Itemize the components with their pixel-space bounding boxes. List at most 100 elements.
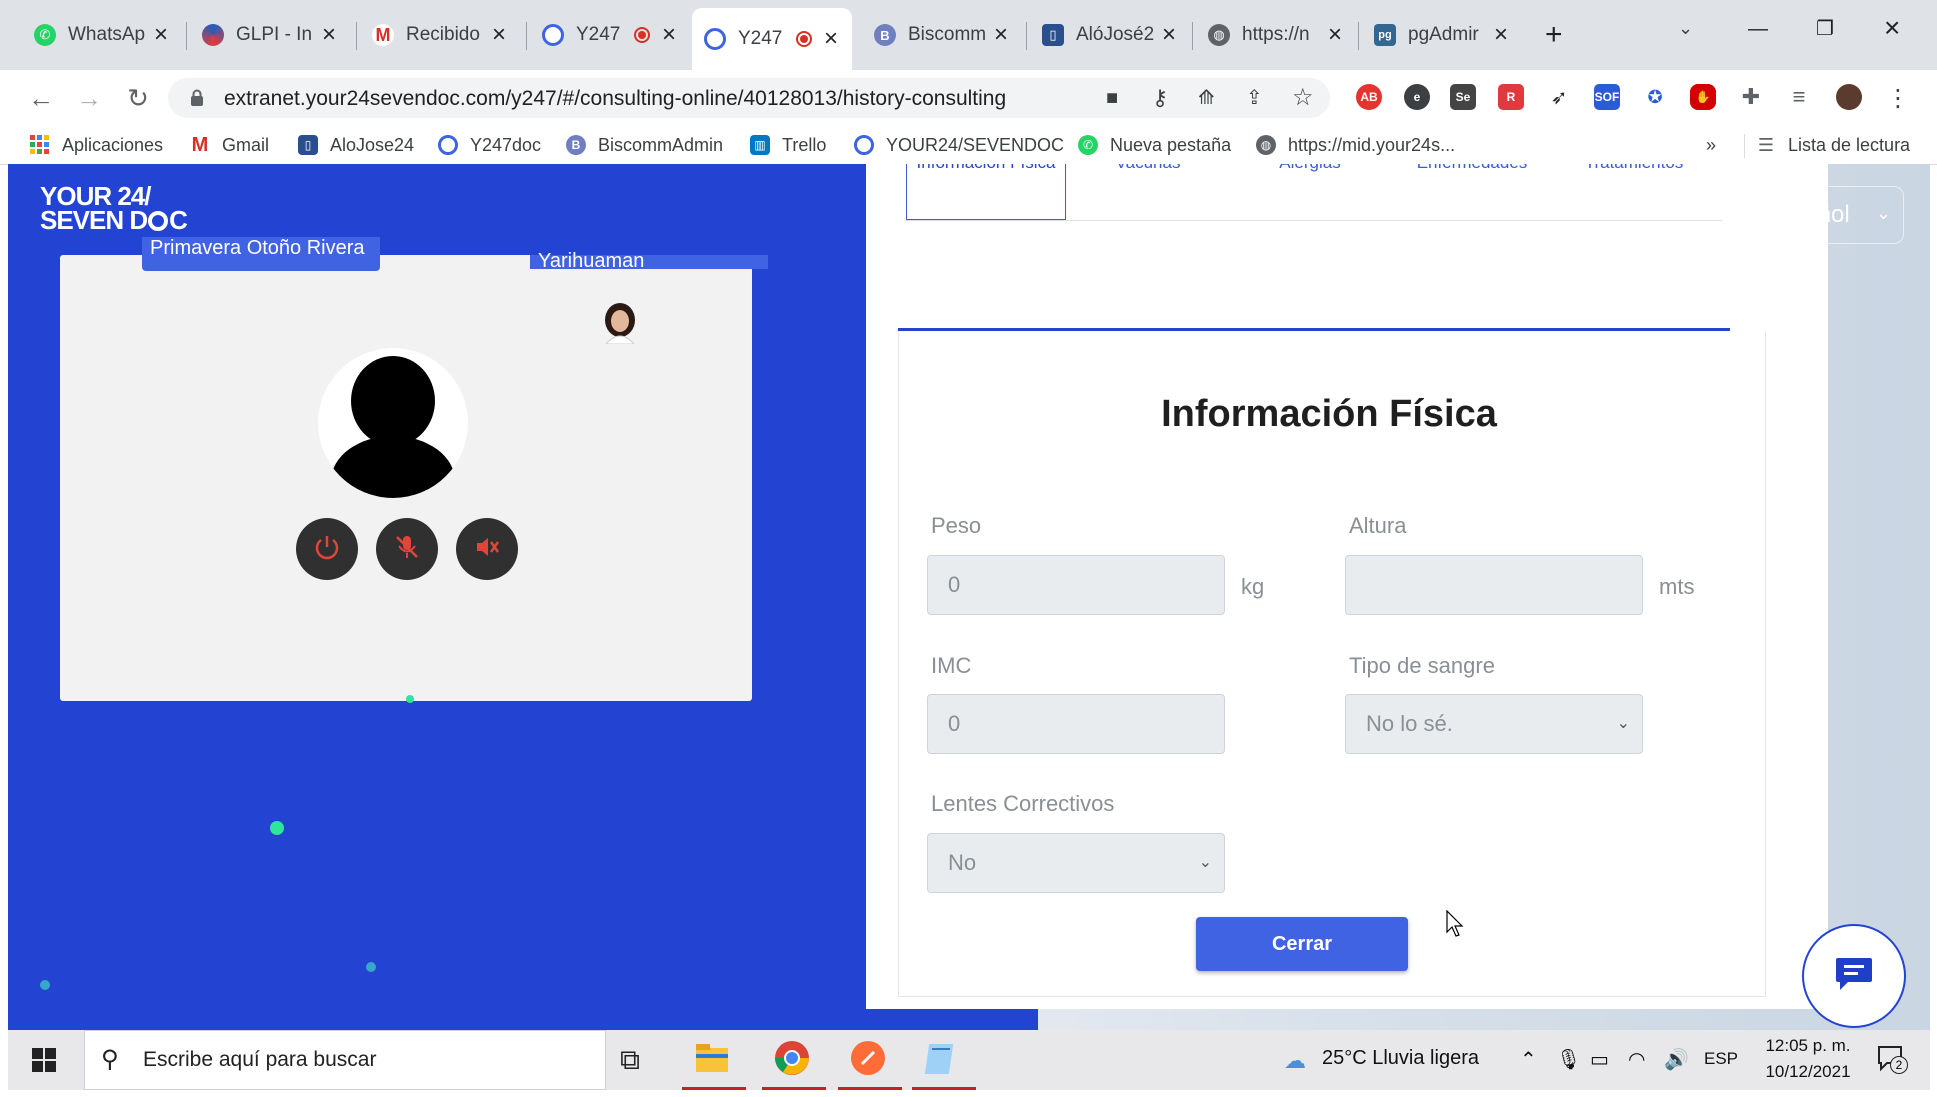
taskbar-search[interactable]: ⚲ Escribe aquí para buscar <box>84 1030 606 1090</box>
tab-tratamientos[interactable]: Tratamientos <box>1554 164 1714 176</box>
tab-vacunas[interactable]: Vacunas <box>1068 164 1228 176</box>
key-icon[interactable]: ⚷ <box>1152 85 1168 111</box>
tab-search-icon[interactable]: ⌄ <box>1678 18 1693 39</box>
biscomm-icon: B <box>566 135 586 155</box>
bookmark-nueva-pestana[interactable]: ✆ Nueva pestaña <box>1078 132 1231 158</box>
minimize-icon[interactable]: — <box>1748 18 1768 41</box>
microphone-tray-icon[interactable]: 🎙 <box>1556 1047 1581 1072</box>
close-tab-icon[interactable]: × <box>318 21 340 49</box>
camera-icon[interactable]: ■ <box>1106 87 1118 110</box>
extension-se-icon[interactable]: Se <box>1450 84 1476 110</box>
tab-enfermedades[interactable]: Enfermedades <box>1416 164 1528 176</box>
input-language[interactable]: ESP <box>1704 1049 1738 1069</box>
tab-alergias[interactable]: Alergias <box>1230 164 1390 176</box>
tab-https[interactable]: ◍ https://n × <box>1196 12 1356 58</box>
new-tab-icon[interactable]: + <box>1545 18 1563 52</box>
reading-list-icon: ☰ <box>1757 134 1775 155</box>
forward-icon[interactable]: → <box>76 85 102 111</box>
chrome-icon[interactable] <box>762 1038 826 1090</box>
decorative-dot <box>406 695 414 703</box>
tab-informacion-fisica[interactable]: Información Física <box>906 164 1066 220</box>
close-tab-icon[interactable]: × <box>820 25 842 53</box>
notepad-icon[interactable] <box>912 1038 976 1090</box>
peso-input[interactable]: 0 <box>927 555 1225 615</box>
gmail-icon: M <box>191 133 209 156</box>
extension-arrow-icon[interactable]: ➶ <box>1546 84 1572 110</box>
extension-stop-icon[interactable]: ✋ <box>1690 84 1716 110</box>
cerrar-button[interactable]: Cerrar <box>1196 917 1408 971</box>
extension-globe-icon[interactable]: ✪ <box>1642 84 1668 110</box>
decorative-dot <box>40 980 50 990</box>
show-hidden-icons-icon[interactable]: ⌃ <box>1520 1047 1537 1072</box>
profile-avatar-icon[interactable] <box>1836 84 1862 110</box>
extension-adblock-icon[interactable]: AB <box>1356 84 1382 110</box>
close-tab-icon[interactable]: × <box>658 21 680 49</box>
restore-icon[interactable]: ❐ <box>1816 16 1834 41</box>
address-bar[interactable]: extranet.your24sevendoc.com/y247/#/consu… <box>168 78 1330 118</box>
wifi-icon[interactable]: ◠ <box>1628 1047 1645 1072</box>
reading-list[interactable]: ☰ Lista de lectura <box>1756 132 1910 158</box>
battery-icon[interactable]: ▭ <box>1590 1047 1609 1072</box>
bookmark-aplicaciones[interactable]: Aplicaciones <box>30 132 163 158</box>
mute-speaker-button[interactable] <box>456 518 518 580</box>
media-control-icon[interactable]: ≡ <box>1786 84 1812 110</box>
close-tab-icon[interactable]: × <box>1490 21 1512 49</box>
extension-sof-icon[interactable]: SOF <box>1594 84 1620 110</box>
postman-icon[interactable] <box>838 1038 902 1090</box>
volume-icon[interactable]: 🔊 <box>1664 1047 1689 1072</box>
altura-input[interactable] <box>1345 555 1643 615</box>
bookmark-trello[interactable]: ▥ Trello <box>750 132 826 158</box>
tab-gmail[interactable]: M Recibido × <box>360 12 520 58</box>
extensions-puzzle-icon[interactable]: ✚ <box>1738 84 1764 110</box>
power-icon <box>313 533 341 566</box>
close-tab-icon[interactable]: × <box>1158 21 1180 49</box>
imc-label: IMC <box>931 653 972 678</box>
weather-icon[interactable]: ☁ <box>1284 1048 1306 1074</box>
back-icon[interactable]: ← <box>28 85 54 111</box>
bookmark-y247doc[interactable]: Y247doc <box>438 132 541 158</box>
lock-icon <box>190 89 204 106</box>
tab-whatsapp[interactable]: ✆ WhatsAp × <box>22 12 182 58</box>
clock[interactable]: 12:05 p. m. 10/12/2021 <box>1758 1036 1858 1082</box>
url-text: extranet.your24sevendoc.com/y247/#/consu… <box>224 87 1007 110</box>
mute-microphone-button[interactable] <box>376 518 438 580</box>
window-close-icon[interactable]: × <box>1884 12 1900 44</box>
bookmarks-bar: Aplicaciones M Gmail ▯ AloJose24 Y247doc… <box>0 126 1937 165</box>
bookmark-biscommadmin[interactable]: B BiscommAdmin <box>566 132 723 158</box>
bookmark-mid-your24s[interactable]: ◍ https://mid.your24s... <box>1256 132 1455 158</box>
reload-icon[interactable]: ↻ <box>126 85 150 111</box>
biscomm-icon: B <box>874 24 896 46</box>
bookmark-alojose24[interactable]: ▯ AloJose24 <box>298 132 414 158</box>
share-icon[interactable]: ⇪ <box>1246 85 1263 110</box>
task-view-icon[interactable]: ⧉ <box>620 1044 640 1077</box>
translate-icon[interactable]: ⟰ <box>1198 85 1215 110</box>
close-tab-icon[interactable]: × <box>150 21 172 49</box>
bookmark-star-icon[interactable]: ☆ <box>1292 83 1314 112</box>
extension-e-icon[interactable]: e <box>1404 84 1430 110</box>
weather-text[interactable]: 25°C Lluvia ligera <box>1322 1047 1479 1070</box>
extension-red-icon[interactable]: R <box>1498 84 1524 110</box>
tab-y247[interactable]: Y247 × <box>530 12 690 58</box>
tab-biscomm[interactable]: B Biscomm × <box>862 12 1022 58</box>
bookmark-gmail[interactable]: M Gmail <box>190 132 269 158</box>
hangup-button[interactable] <box>296 518 358 580</box>
windows-start-icon[interactable] <box>32 1048 56 1077</box>
browser-menu-icon[interactable]: ⋮ <box>1886 84 1910 113</box>
bookmark-your24sevendoc[interactable]: YOUR24/SEVENDOC <box>854 132 1064 158</box>
lentes-select[interactable]: No ⌄ <box>927 833 1225 893</box>
bookmarks-overflow-icon[interactable]: » <box>1706 132 1716 158</box>
tab-alojose[interactable]: ▯ AlóJosé2 × <box>1030 12 1190 58</box>
tab-y247-active[interactable]: Y247 × <box>692 8 852 70</box>
imc-input[interactable]: 0 <box>927 694 1225 754</box>
close-tab-icon[interactable]: × <box>488 21 510 49</box>
chat-button[interactable] <box>1802 924 1906 1028</box>
your24sevendoc-logo[interactable]: YOUR 24/ SEVEN DC <box>40 183 188 233</box>
tab-pgadmin[interactable]: pg pgAdmir × <box>1362 12 1522 58</box>
file-explorer-icon[interactable] <box>682 1038 746 1090</box>
user-avatar-placeholder <box>318 348 468 498</box>
notifications-icon[interactable]: 2 <box>1876 1044 1908 1074</box>
tipo-sangre-select[interactable]: No lo sé. ⌄ <box>1345 694 1643 754</box>
close-tab-icon[interactable]: × <box>1324 21 1346 49</box>
close-tab-icon[interactable]: × <box>990 21 1012 49</box>
tab-glpi[interactable]: GLPI - In × <box>190 12 350 58</box>
